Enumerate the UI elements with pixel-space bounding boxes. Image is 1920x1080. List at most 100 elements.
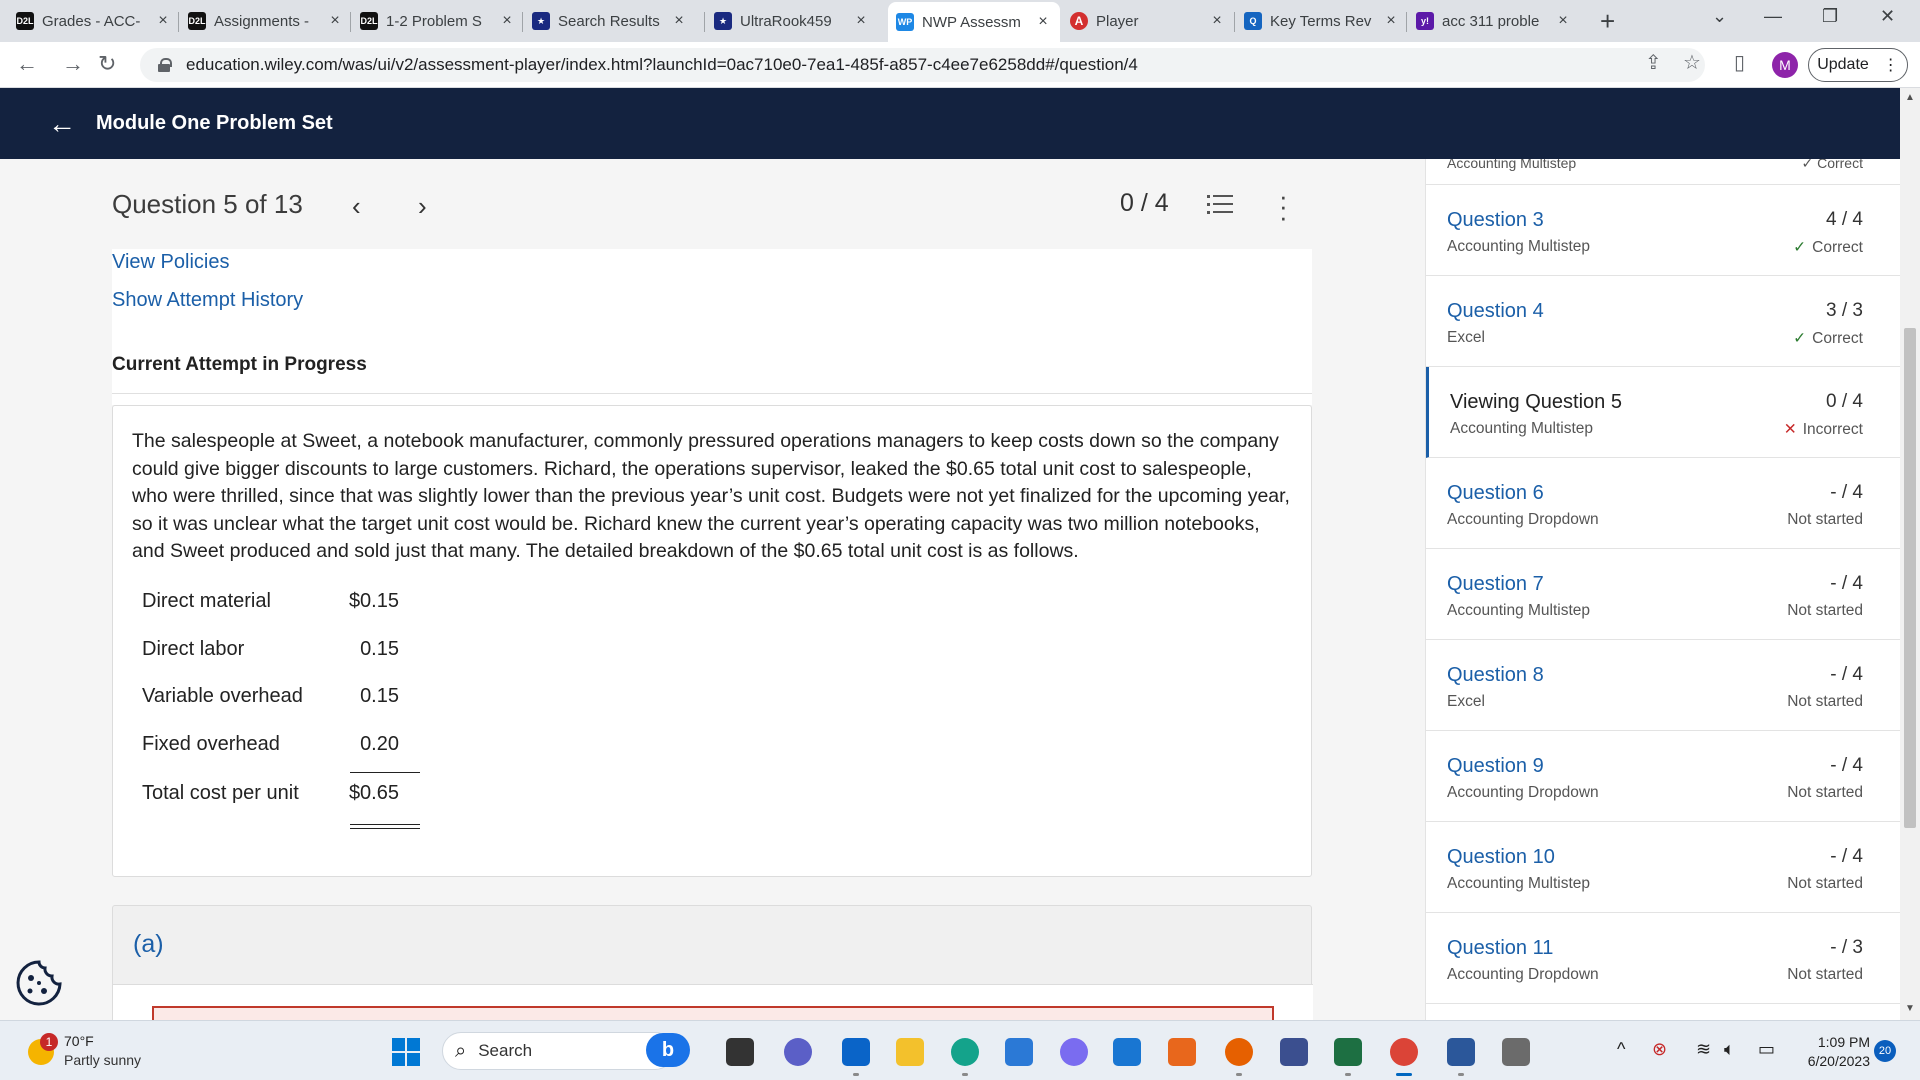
browser-tab[interactable]: A Player ×: [1062, 7, 1234, 35]
scroll-up-icon[interactable]: ▲: [1905, 92, 1915, 103]
notification-count[interactable]: 20: [1874, 1040, 1896, 1062]
browser-tab[interactable]: ★ UltraRook459 ×: [706, 7, 878, 35]
tab-title: Key Terms Rev: [1270, 12, 1372, 30]
teams-icon[interactable]: [784, 1038, 812, 1066]
question-nav-score: 0 / 4: [1826, 391, 1863, 412]
page-scrollbar[interactable]: ▲ ▼: [1900, 88, 1920, 1020]
question-nav-item[interactable]: Question 7 Accounting Multistep - / 4 Not s…: [1426, 549, 1900, 640]
close-tab-icon[interactable]: ×: [670, 12, 688, 30]
question-nav-item[interactable]: Question 4 Excel 3 / 3 ✓ Correct: [1426, 276, 1900, 367]
browser-tab[interactable]: WP NWP Assessm ×: [888, 2, 1060, 42]
browser-tab[interactable]: D2L Grades - ACC- ×: [8, 7, 180, 35]
windows-start-icon[interactable]: [392, 1038, 420, 1066]
cost-value: 0.15: [360, 685, 399, 707]
close-tab-icon[interactable]: ×: [1034, 13, 1052, 31]
tab-title: 1-2 Problem S: [386, 12, 482, 30]
part-label: (a): [133, 930, 164, 958]
forward-icon[interactable]: →: [62, 51, 84, 77]
maximize-icon[interactable]: ❐: [1822, 6, 1838, 27]
tab-favicon-icon: ★: [714, 12, 732, 30]
status-text: Not started: [1787, 966, 1863, 983]
wifi-icon[interactable]: ≋: [1696, 1039, 1711, 1060]
edge-icon[interactable]: [951, 1038, 979, 1066]
excel-icon[interactable]: [1334, 1038, 1362, 1066]
question-list-icon[interactable]: [1207, 193, 1233, 215]
close-tab-icon[interactable]: ×: [852, 12, 870, 30]
scrollbar-thumb[interactable]: [1904, 328, 1916, 828]
browser-tab[interactable]: ★ Search Results ×: [524, 7, 696, 35]
tab-separator: [178, 12, 179, 32]
url-bar[interactable]: education.wiley.com/was/ui/v2/assessment…: [140, 48, 1705, 82]
copilot-icon[interactable]: [1060, 1038, 1088, 1066]
outlook-icon[interactable]: [842, 1038, 870, 1066]
side-panel-icon[interactable]: ▯: [1734, 50, 1745, 75]
question-nav-item-partial[interactable]: Accounting Multistep ✓ Correct: [1426, 159, 1900, 185]
question-nav-item[interactable]: Question 10 Accounting Multistep - / 4 Not …: [1426, 822, 1900, 913]
close-tab-icon[interactable]: ×: [154, 12, 172, 30]
tab-separator: [1234, 12, 1235, 32]
question-nav-item[interactable]: Question 11 Accounting Dropdown - / 3 Not s…: [1426, 913, 1900, 1004]
bookmark-star-icon[interactable]: ☆: [1683, 50, 1701, 75]
browser-tab[interactable]: D2L 1-2 Problem S ×: [352, 7, 524, 35]
battery-icon[interactable]: ▭: [1758, 1039, 1775, 1060]
browser-tab[interactable]: y! acc 311 proble ×: [1408, 7, 1580, 35]
reload-icon[interactable]: ↻: [98, 51, 116, 77]
minimize-icon[interactable]: —: [1764, 6, 1782, 27]
share-icon[interactable]: ⇪: [1645, 50, 1662, 75]
question-nav-score: - / 4: [1830, 755, 1863, 776]
close-tab-icon[interactable]: ×: [1208, 12, 1226, 30]
volume-icon[interactable]: 🔈︎: [1724, 1039, 1735, 1060]
close-tab-icon[interactable]: ×: [1382, 12, 1400, 30]
close-tab-icon[interactable]: ×: [1554, 12, 1572, 30]
calculator-icon[interactable]: [1502, 1038, 1530, 1066]
back-arrow-icon[interactable]: ←: [48, 108, 76, 140]
attempt-history-link[interactable]: Show Attempt History: [112, 289, 303, 312]
close-tab-icon[interactable]: ×: [498, 12, 516, 30]
security-alert-icon[interactable]: ⊗: [1652, 1039, 1667, 1060]
system-clock[interactable]: 1:09 PM 6/20/2023: [1790, 1033, 1870, 1071]
tab-title: Assignments -: [214, 12, 310, 30]
chrome-icon[interactable]: [1390, 1038, 1418, 1066]
word-icon[interactable]: [1447, 1038, 1475, 1066]
tab-search-chevron-icon[interactable]: ⌄: [1712, 6, 1727, 27]
close-tab-icon[interactable]: ×: [326, 12, 344, 30]
question-nav-title: Viewing Question 5: [1450, 391, 1622, 413]
view-policies-link[interactable]: View Policies: [112, 251, 229, 274]
running-app-indicator: [962, 1073, 968, 1076]
question-nav-item[interactable]: Question 3 Accounting Multistep 4 / 4 ✓ Corr…: [1426, 185, 1900, 276]
cookie-settings-icon[interactable]: [14, 958, 64, 1008]
snip-icon[interactable]: [1280, 1038, 1308, 1066]
show-hidden-icons-icon[interactable]: ^: [1617, 1039, 1625, 1060]
office-icon[interactable]: [1168, 1038, 1196, 1066]
profile-avatar[interactable]: M: [1772, 52, 1798, 78]
running-app-indicator: [1396, 1073, 1412, 1076]
running-app-indicator: [1345, 1073, 1351, 1076]
total-rule: [350, 824, 420, 825]
scroll-down-icon[interactable]: ▼: [1905, 1003, 1915, 1014]
taskbar-search[interactable]: ⌕ Search: [442, 1032, 674, 1070]
firefox-icon[interactable]: [1225, 1038, 1253, 1066]
new-tab-button[interactable]: +: [1600, 6, 1615, 37]
cortana-icon[interactable]: [1113, 1038, 1141, 1066]
store-icon[interactable]: [1005, 1038, 1033, 1066]
bing-icon[interactable]: b: [646, 1033, 690, 1067]
url-text: education.wiley.com/was/ui/v2/assessment…: [186, 55, 1138, 74]
file-explorer-dark-icon[interactable]: [726, 1038, 754, 1066]
question-status: Not started: [1787, 966, 1863, 984]
back-icon[interactable]: ←: [16, 51, 38, 77]
question-type: Accounting Multistep: [1447, 875, 1591, 892]
weather-widget[interactable]: 1 70°F Partly sunny: [28, 1031, 188, 1071]
folder-icon[interactable]: [896, 1038, 924, 1066]
question-nav-item[interactable]: Question 9 Accounting Dropdown - / 4 Not st…: [1426, 731, 1900, 822]
previous-question-icon[interactable]: ‹: [352, 191, 361, 222]
browser-tab[interactable]: D2L Assignments - ×: [180, 7, 352, 35]
next-question-icon[interactable]: ›: [418, 191, 427, 222]
question-nav-item[interactable]: Question 6 Accounting Dropdown - / 4 Not st…: [1426, 458, 1900, 549]
question-nav-item[interactable]: Viewing Question 5 Accounting Multistep 0 …: [1426, 367, 1900, 458]
question-nav-title: Question 11: [1447, 937, 1554, 959]
close-window-icon[interactable]: ✕: [1880, 6, 1895, 27]
browser-tab[interactable]: Q Key Terms Rev ×: [1236, 7, 1408, 35]
question-nav-item[interactable]: Question 8 Excel - / 4 Not started: [1426, 640, 1900, 731]
more-options-icon[interactable]: · · ·: [1279, 183, 1288, 230]
update-button[interactable]: Update ⋮: [1808, 48, 1908, 82]
